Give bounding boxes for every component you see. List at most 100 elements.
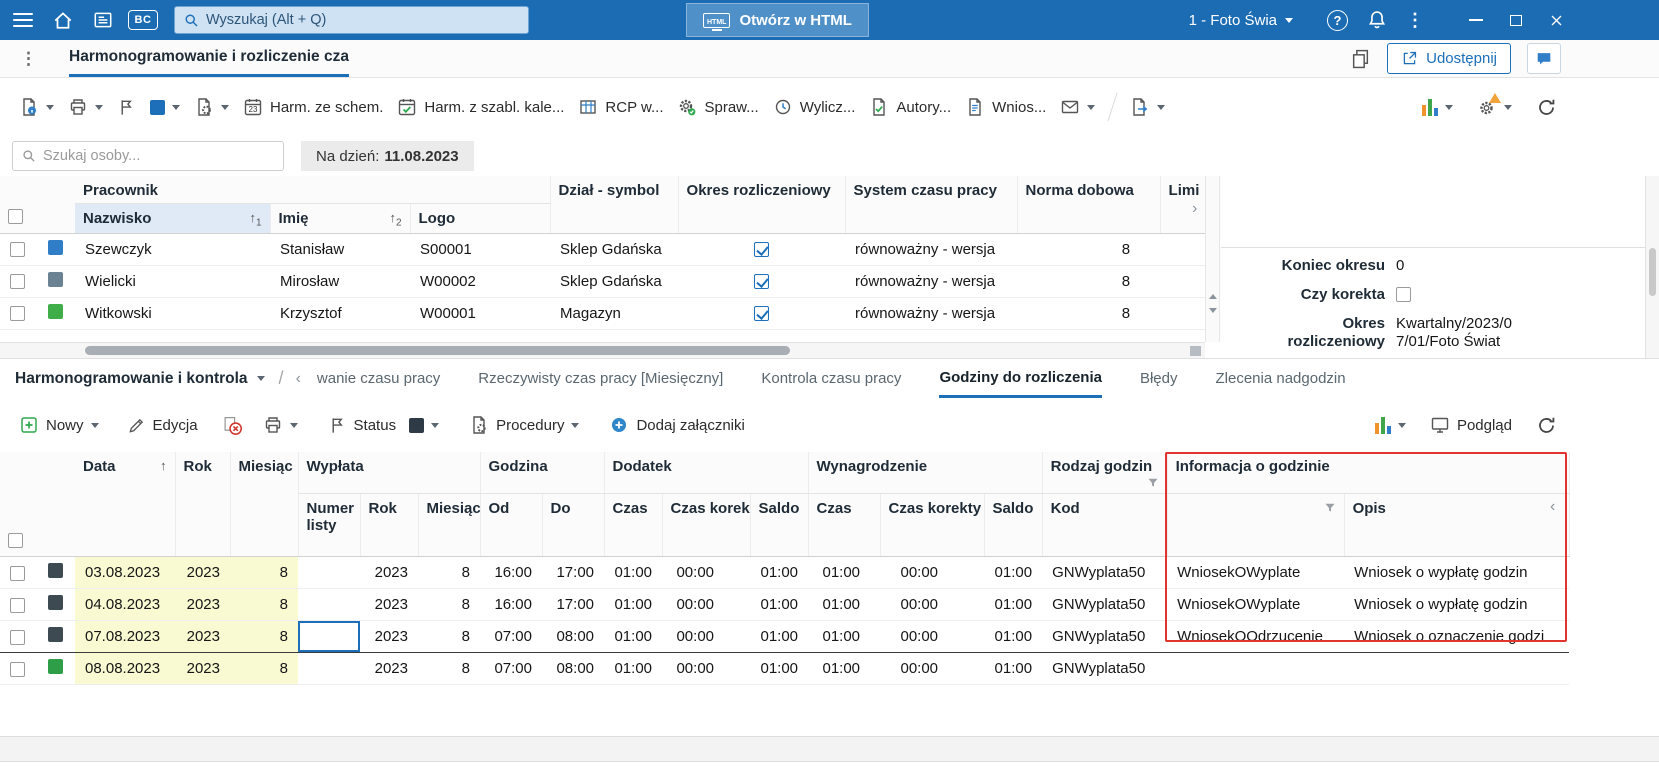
cell-dodatek-saldo[interactable]: 01:00 (750, 588, 809, 621)
cell-wynagrodzenie-czas[interactable]: 01:00 (808, 556, 881, 589)
row-select-cell[interactable] (0, 652, 38, 685)
cell-data[interactable]: 08.08.2023 (75, 652, 175, 685)
cell-wynagrodzenie-czas[interactable]: 01:00 (808, 588, 881, 621)
row-select-cell[interactable] (0, 265, 38, 298)
cell-dodatek-czas-korek[interactable]: 00:00 (662, 652, 751, 685)
export-settings-button[interactable] (187, 90, 236, 124)
global-search-input[interactable] (206, 12, 520, 28)
cell-dodatek-saldo[interactable]: 01:00 (750, 652, 809, 685)
tabs-scroll-left-button[interactable]: ‹ (296, 370, 301, 388)
cell-wyplata-miesiac[interactable]: 8 (418, 556, 480, 589)
cell-miesiac[interactable]: 8 (230, 652, 298, 685)
copy-view-button[interactable] (1350, 48, 1371, 69)
panel-vertical-scrollbar[interactable] (1645, 176, 1659, 358)
cell-wynagrodzenie-czas[interactable]: 01:00 (808, 652, 881, 685)
row-select-cell[interactable] (0, 297, 38, 330)
cell-dodatek-czas[interactable]: 01:00 (604, 652, 663, 685)
column-header-dzial[interactable]: Dział - symbol (550, 176, 679, 234)
delete-button[interactable] (215, 408, 250, 443)
vertical-scrollbar-thumb[interactable] (1649, 248, 1656, 296)
czy-korekta-checkbox[interactable] (1396, 287, 1411, 303)
horizontal-scrollbar-thumb[interactable] (85, 346, 790, 355)
column-header-rok[interactable]: Rok (175, 452, 231, 557)
maximize-button[interactable] (1510, 14, 1522, 26)
column-header-wyplata-rok[interactable]: Rok (360, 493, 419, 557)
bc-module-button[interactable]: BC (126, 3, 160, 37)
table-row[interactable]: 08.08.2023 2023 8 2023 8 07:00 08:00 01:… (0, 652, 1570, 685)
cell-wynagrodzenie-czas-korekty[interactable]: 00:00 (880, 556, 985, 589)
cell-wyplata-rok[interactable]: 2023 (360, 652, 418, 685)
new-button[interactable]: Nowy (12, 408, 106, 442)
cell-wyplata-miesiac[interactable]: 8 (418, 652, 480, 685)
cell-nazwisko[interactable]: Szewczyk (75, 233, 270, 266)
table-row[interactable]: Witkowski Krzysztof W00001 Magazyn równo… (0, 297, 1206, 330)
cell-miesiac[interactable]: 8 (230, 588, 298, 621)
cell-info-kod[interactable]: WniosekOOdrzucenie (1167, 620, 1345, 653)
cell-wynagrodzenie-saldo[interactable]: 01:00 (984, 620, 1043, 653)
open-in-html-button[interactable]: HTML Otwórz w HTML (686, 3, 869, 37)
column-header-wynagrodzenie-saldo[interactable]: Saldo (984, 493, 1043, 557)
cell-dodatek-czas-korek[interactable]: 00:00 (662, 556, 751, 589)
field-value[interactable]: Kwartalny/2023/07/01/Foto Świat (1396, 315, 1518, 353)
chevron-down-icon[interactable] (1209, 308, 1217, 313)
document-actions-button[interactable] (12, 90, 61, 124)
harm-z-szabl-button[interactable]: Harm. z szabl. kale... (390, 90, 571, 124)
column-group-pracownik[interactable]: Pracownik (75, 176, 551, 204)
row-select-cell[interactable] (0, 620, 38, 653)
edit-button[interactable]: Edycja (120, 409, 205, 442)
tab-bledy[interactable]: Błędy (1140, 359, 1178, 398)
table-row[interactable]: Szewczyk Stanisław S00001 Sklep Gdańska … (0, 233, 1206, 266)
cell-dodatek-saldo[interactable]: 01:00 (750, 620, 809, 653)
procedures-button[interactable]: Procedury (462, 408, 586, 442)
column-header-norma[interactable]: Norma dobowa (1017, 176, 1161, 234)
cell-do[interactable]: 17:00 (542, 556, 605, 589)
tab-zlecenia-nadgodzin[interactable]: Zlecenia nadgodzin (1216, 359, 1346, 398)
column-header-system[interactable]: System czasu pracy (845, 176, 1018, 234)
column-header-dodatek-saldo[interactable]: Saldo (750, 493, 809, 557)
cell-data[interactable]: 04.08.2023 (75, 588, 175, 621)
cell-kod[interactable]: GNWyplata50 (1042, 588, 1168, 621)
tab-rzeczywisty-czas-pracy[interactable]: Rzeczywisty czas pracy [Miesięczny] (478, 359, 723, 398)
column-header-dodatek-czas-korek[interactable]: Czas korek (662, 493, 751, 557)
cell-norma[interactable]: 8 (1017, 297, 1161, 330)
cell-do[interactable]: 17:00 (542, 588, 605, 621)
cell-norma[interactable]: 8 (1017, 265, 1161, 298)
refresh-button[interactable] (1529, 408, 1564, 443)
wylicz-button[interactable]: Wylicz... (766, 90, 863, 124)
column-group-wyplata[interactable]: Wypłata (298, 452, 481, 494)
chart-view-button[interactable] (1415, 91, 1460, 123)
person-search-input[interactable] (43, 148, 275, 164)
column-group-wynagrodzenie[interactable]: Wynagrodzenie (808, 452, 1043, 494)
field-value[interactable]: 0 (1396, 257, 1518, 276)
column-header-kod[interactable]: Kod (1042, 493, 1168, 557)
home-button[interactable] (46, 3, 80, 37)
cell-wynagrodzenie-czas-korekty[interactable]: 00:00 (880, 652, 985, 685)
cell-info-kod[interactable] (1167, 652, 1345, 685)
cell-wynagrodzenie-saldo[interactable]: 01:00 (984, 556, 1043, 589)
row-checkbox[interactable] (10, 597, 25, 613)
filter-funnel-icon[interactable] (1147, 477, 1159, 489)
column-header-info-kod[interactable] (1167, 493, 1345, 557)
close-button[interactable] (1549, 12, 1564, 29)
cell-wynagrodzenie-czas-korekty[interactable]: 00:00 (880, 588, 985, 621)
cell-logo[interactable]: W00001 (410, 297, 551, 330)
chevron-up-icon[interactable] (1209, 294, 1217, 299)
help-button[interactable]: ? (1327, 9, 1348, 31)
column-group-informacja[interactable]: Informacja o godzinie (1167, 452, 1570, 494)
row-select-cell[interactable] (0, 233, 38, 266)
cell-dodatek-saldo[interactable]: 01:00 (750, 556, 809, 589)
cell-dodatek-czas[interactable]: 01:00 (604, 620, 663, 653)
cell-data[interactable]: 03.08.2023 (75, 556, 175, 589)
cell-wynagrodzenie-saldo[interactable]: 01:00 (984, 652, 1043, 685)
panel-collapse-icon[interactable]: ‹ (1550, 498, 1555, 516)
cell-okres-checkbox[interactable] (678, 265, 846, 298)
column-header-wynagrodzenie-czas[interactable]: Czas (808, 493, 881, 557)
cell-od[interactable]: 07:00 (480, 620, 542, 653)
row-checkbox[interactable] (10, 242, 25, 258)
preview-button[interactable]: Podgląd (1423, 408, 1519, 442)
table-row[interactable]: Wielicki Mirosław W00002 Sklep Gdańska r… (0, 265, 1206, 298)
row-select-cell[interactable] (0, 556, 38, 589)
status-color-button[interactable] (143, 93, 187, 122)
cell-kod[interactable]: GNWyplata50 (1042, 620, 1168, 653)
send-button[interactable] (1053, 90, 1102, 124)
